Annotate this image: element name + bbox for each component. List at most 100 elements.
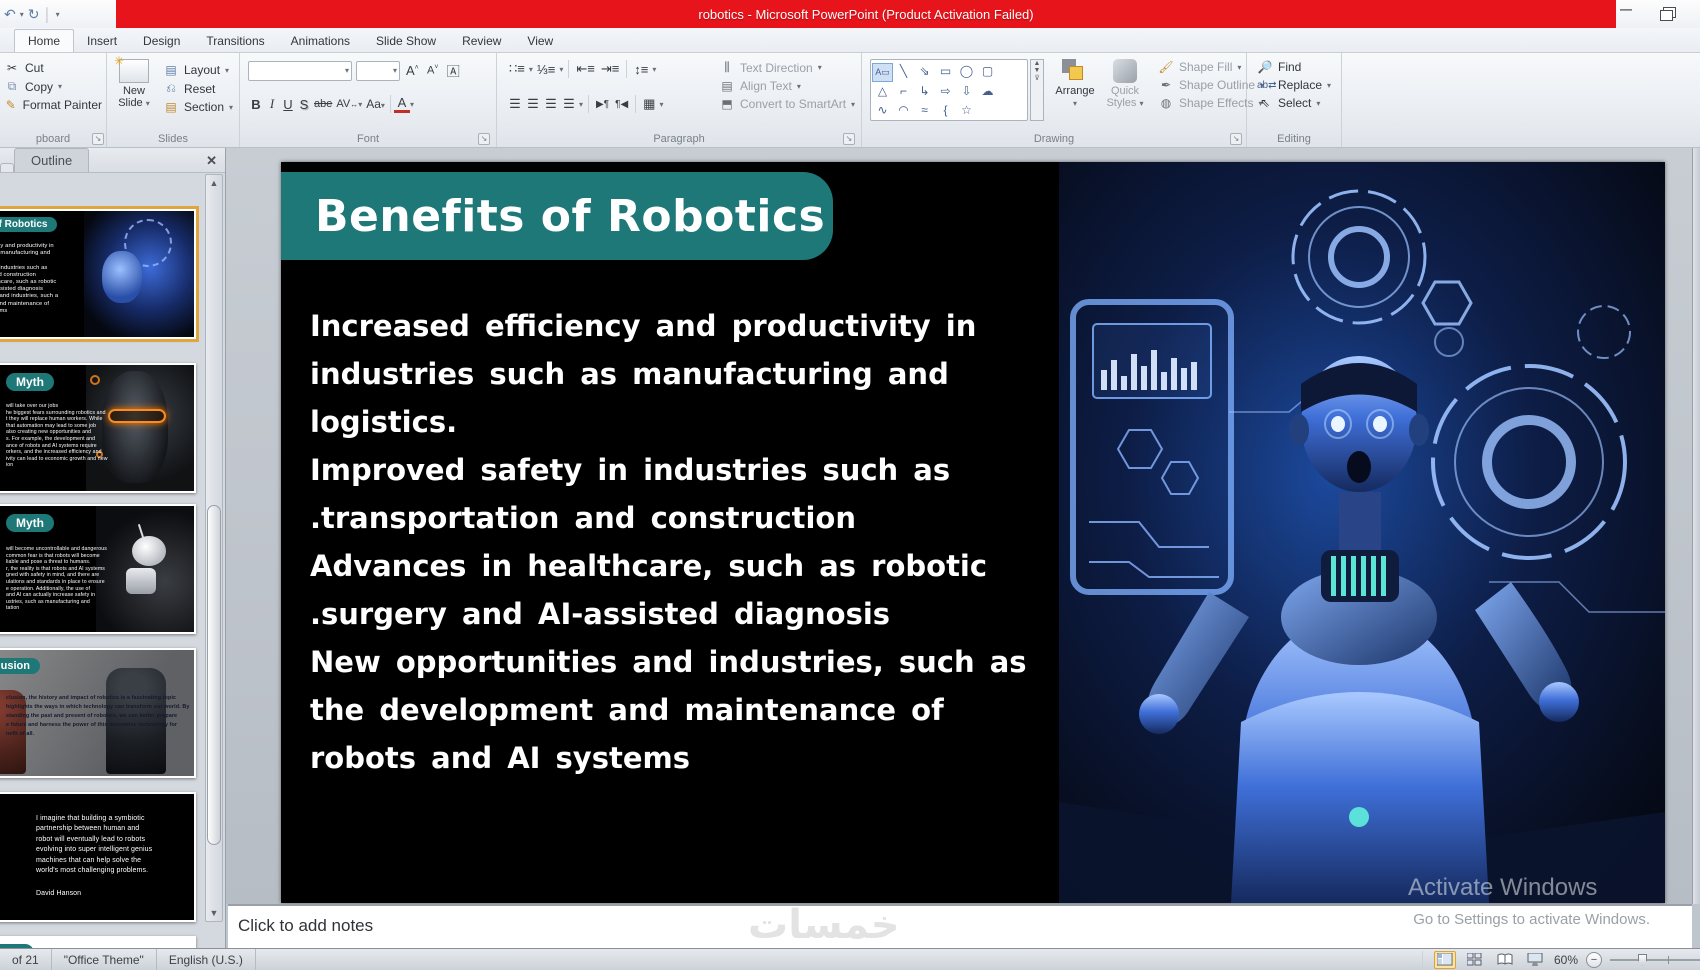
shape-right-arrow-icon[interactable]: ⇨ [935,82,956,101]
replace-button[interactable]: ab⇄ Replace ▾ [1253,76,1335,94]
slide-body-text[interactable]: Increased efficiency and productivity in… [310,302,1080,782]
language-cell[interactable]: English (U.S.) [157,949,256,970]
restore-button[interactable] [1660,10,1673,21]
clear-formatting-button[interactable]: 🄰 [445,60,462,81]
shape-oval-icon[interactable]: ◯ [956,61,977,80]
scroll-up-icon[interactable]: ▲ [206,178,222,188]
undo-dropdown-icon[interactable]: ▾ [20,10,24,19]
tab-transitions[interactable]: Transitions [193,30,277,52]
scroll-down-icon[interactable]: ▼ [206,908,222,918]
qat-customize-icon[interactable]: ▾ [56,10,60,19]
bullets-button[interactable]: ∷≡ [507,60,527,78]
tab-view[interactable]: View [514,30,566,52]
title-bar-red-band[interactable]: robotics - Microsoft PowerPoint (Product… [116,0,1616,28]
redo-icon[interactable]: ↻ [28,6,40,23]
slide-sorter-view-button[interactable] [1464,951,1486,969]
minimize-button[interactable]: — [1620,2,1632,16]
justify-button[interactable]: ☰ [561,95,577,113]
shrink-font-button[interactable]: A˅ [425,63,441,78]
character-spacing-button[interactable]: AV↔▾ [334,97,364,111]
tab-review[interactable]: Review [449,30,514,52]
shape-line-icon[interactable]: ╲ [893,61,914,80]
shape-elbow-icon[interactable]: ⌐ [893,82,914,101]
main-vertical-scrollbar[interactable] [1692,148,1700,904]
shape-curve-icon[interactable]: ≈ [914,101,935,120]
columns-button[interactable]: ▦ [641,95,657,113]
thumbnail-slide-conclusion[interactable]: onclusion clusion, the history and impac… [0,648,196,778]
section-button[interactable]: ▤ Section ▾ [159,98,237,116]
theme-cell[interactable]: "Office Theme" [52,949,157,970]
numbering-button[interactable]: ⅓≡ [535,61,557,78]
shape-scribble-icon[interactable]: ∿ [872,101,893,120]
thumbnail-slide-contact[interactable]: ntact us [0,936,196,948]
clipboard-dialog-launcher-icon[interactable]: ↘ [92,133,104,145]
tab-design[interactable]: Design [130,30,193,52]
text-direction-button[interactable]: ⫼ Text Direction ▾ [715,58,859,77]
select-button[interactable]: ⇖ Select ▾ [1253,94,1335,112]
panel-close-icon[interactable]: ✕ [206,153,217,169]
format-painter-button[interactable]: ✎ Format Painter [0,96,106,114]
shape-rectangle-icon[interactable]: ▭ [935,61,956,80]
zoom-slider-thumb[interactable] [1638,953,1647,966]
ltr-direction-button[interactable]: ▶¶ [594,98,611,111]
shape-cloud-icon[interactable]: ☁ [977,82,998,101]
font-dialog-launcher-icon[interactable]: ↘ [478,133,490,145]
underline-button[interactable]: U [280,96,296,113]
tab-home[interactable]: Home [14,29,75,52]
tab-outline[interactable]: Outline [14,148,90,172]
quick-styles-button[interactable]: Quick Styles ▾ [1102,57,1148,109]
increase-indent-button[interactable]: ⇥≡ [599,60,621,78]
strikethrough-button[interactable]: abe [312,97,334,111]
shape-star-icon[interactable]: ☆ [956,101,977,120]
align-right-button[interactable]: ☰ [543,95,559,113]
undo-icon[interactable]: ↶ [4,6,16,23]
text-shadow-button[interactable]: S [296,96,312,113]
copy-button[interactable]: ⧉ Copy ▾ [0,77,106,96]
rtl-direction-button[interactable]: ¶◀ [613,98,630,111]
shape-textbox-icon[interactable]: A▭ [872,62,893,82]
notes-pane[interactable]: Click to add notes خمسات Go to Settings … [228,902,1692,948]
shape-down-arrow-icon[interactable]: ⇩ [956,82,977,101]
shape-brace-icon[interactable]: { [935,101,956,120]
shape-arc-icon[interactable]: ◠ [893,101,914,120]
tab-slideshow[interactable]: Slide Show [363,30,449,52]
zoom-out-button[interactable]: − [1586,951,1602,968]
decrease-indent-button[interactable]: ⇤≡ [574,60,596,78]
font-size-combobox[interactable]: ▾ [356,60,400,81]
zoom-slider[interactable] [1610,953,1700,966]
shape-triangle-icon[interactable]: △ [872,82,893,101]
panel-scroll-thumb[interactable] [207,505,221,845]
new-slide-button[interactable]: ✳ New Slide ▾ [111,54,157,109]
cut-button[interactable]: ✂ Cut [0,59,106,77]
reading-view-button[interactable] [1494,951,1516,969]
normal-view-button[interactable] [1433,950,1456,969]
font-color-button[interactable]: A [393,96,410,113]
thumbnail-slide-quote[interactable]: I imagine that building a symbiotic part… [0,792,196,922]
tab-insert[interactable]: Insert [74,30,130,52]
shape-rounded-rectangle-icon[interactable]: ▢ [977,61,998,80]
shape-elbow-arrow-icon[interactable]: ↳ [914,82,935,101]
change-case-button[interactable]: Aa▾ [364,96,387,112]
layout-button[interactable]: ▤ Layout ▾ [159,61,237,79]
thumbnail-slide-myth1[interactable]: Myth will take over our jobs he biggest … [0,363,196,493]
font-name-combobox[interactable]: ▾ [248,60,352,81]
tab-animations[interactable]: Animations [278,30,363,52]
slide-number-cell[interactable]: of 21 [0,949,52,970]
find-button[interactable]: 🔎 Find [1253,58,1335,76]
slide-title-banner[interactable]: Benefits of Robotics [281,172,833,260]
drawing-dialog-launcher-icon[interactable]: ↘ [1230,133,1242,145]
thumbnail-slide-myth2[interactable]: Myth will become uncontrollable and dang… [0,504,196,634]
slide-canvas[interactable]: Benefits of Robotics Increased efficienc… [281,162,1665,903]
paragraph-dialog-launcher-icon[interactable]: ↘ [843,133,855,145]
reset-button[interactable]: ⎌ Reset [159,79,237,98]
convert-smartart-button[interactable]: ⬒ Convert to SmartArt ▾ [715,95,859,113]
shapes-scrollbar[interactable]: ▲ ▼ ⊽ [1030,59,1044,121]
notes-placeholder[interactable]: Click to add notes [238,916,373,936]
italic-button[interactable]: I [264,95,280,113]
tab-slides-partial[interactable] [0,163,14,172]
line-spacing-button[interactable]: ↕≡ [632,61,650,78]
align-center-button[interactable]: ☰ [525,95,541,113]
zoom-level-label[interactable]: 60% [1554,953,1578,967]
align-left-button[interactable]: ☰ [507,95,523,113]
arrange-button[interactable]: Arrange ▾ [1052,57,1098,109]
